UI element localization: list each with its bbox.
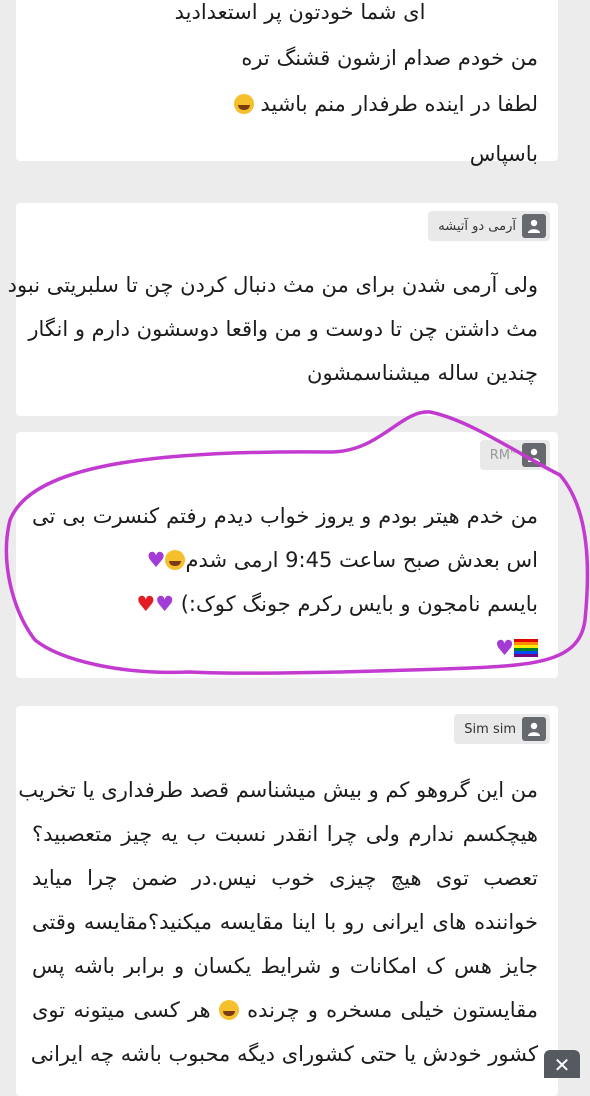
laughing-emoji-icon (233, 94, 254, 114)
comment-line-text: لطفا در اینده طرفدار منم باشید (260, 92, 538, 116)
comment-line: من خودم صدام ازشون قشنگ تره (241, 46, 538, 70)
close-icon: ✕ (553, 1053, 571, 1077)
comment-line: من این گروهو کم و بیش میشناسم قصد طرفدار… (18, 778, 538, 802)
comment-card-4: Sim sim من این گروهو کم و بیش میشناسم قص… (16, 706, 558, 1096)
author-name: Sim sim (464, 721, 516, 737)
author-name: آرمی دو آتیشه (438, 218, 516, 234)
rainbow-flag-icon (514, 639, 538, 657)
comment-line: تعصب توی هیچ چیزی خوب نیس.در ضمن چرا میا… (32, 866, 538, 890)
comment-line-text: اس بعدش صبح ساعت 9:45 ارمی شدم (185, 548, 538, 572)
comment-line: لطفا در اینده طرفدار منم باشید (32, 82, 538, 126)
comment-line: ولی آرمی شدن برای من مث دنبال کردن چن تا… (7, 273, 538, 297)
purple-heart-icon: ♥ (155, 592, 175, 616)
purple-heart-icon: ♥ (146, 548, 166, 572)
comment-text-2: ولی آرمی شدن برای من مث دنبال کردن چن تا… (7, 263, 538, 395)
comment-card-3: RM" من خدم هیتر بودم و یروز خواب دیدم رف… (16, 432, 558, 678)
rolling-laughing-emoji-icon (218, 1000, 239, 1020)
laughing-emoji-icon (165, 550, 186, 570)
purple-heart-icon: ♥ (495, 636, 514, 660)
comment-line: من خدم هیتر بودم و یروز خواب دیدم رفتم ک… (32, 504, 538, 528)
author-name: RM" (489, 447, 516, 463)
comment-text-4: من این گروهو کم و بیش میشناسم قصد طرفدار… (18, 768, 538, 1076)
comment-line: هیچکسم ندارم ولی چرا انقدر نسبت ب یه چیز… (32, 822, 538, 846)
comment-card-2: آرمی دو آتیشه ولی آرمی شدن برای من مث دن… (7, 203, 558, 416)
close-button[interactable]: ✕ (544, 1050, 580, 1078)
author-chip[interactable]: آرمی دو آتیشه (428, 211, 550, 241)
author-chip[interactable]: Sim sim (454, 714, 550, 744)
comment-line: بایسم نامجون و بایس رکرم جونگ کوک:) ♥♥ (32, 582, 538, 626)
comment-line: جایز هس ک امکانات و شرایط یکسان و برابر … (32, 954, 538, 978)
user-avatar-icon (522, 717, 546, 741)
author-chip[interactable]: RM" (479, 440, 550, 470)
comment-line-text: هر کسی میتونه توی (32, 998, 211, 1022)
comment-text-3: من خدم هیتر بودم و یروز خواب دیدم رفتم ک… (32, 494, 538, 670)
comment-line: اس بعدش صبح ساعت 9:45 ارمی شدم ♥ (32, 538, 538, 582)
comment-line: ای شما خودتون پر استعدادید (174, 0, 426, 24)
comment-text-1: ای شما خودتون پر استعدادید من خودم صدام … (32, 0, 538, 176)
comment-line: ♥ (32, 626, 538, 670)
comment-line: مقایستون خیلی مسخره و چرنده هر کسی میتون… (32, 988, 538, 1032)
comment-line-text: مقایستون خیلی مسخره و چرنده (247, 998, 538, 1022)
user-avatar-icon (522, 443, 546, 467)
comment-line: مث داشتن چن تا دوست و من واقعا دوسشون دا… (28, 317, 538, 341)
comment-line: چندین ساله میشناسمشون (307, 361, 538, 385)
comment-line-text: بایسم نامجون و بایس رکرم جونگ کوک:) (180, 592, 538, 616)
red-heart-icon: ♥ (136, 592, 156, 616)
comment-line: خواننده های ایرانی رو با اینا مقایسه میک… (32, 910, 538, 934)
comment-line: باسپاس (469, 142, 538, 166)
user-avatar-icon (522, 214, 546, 238)
comment-line: کشور خودش یا حتی کشورای دیگه محبوب باشه … (30, 1042, 538, 1066)
comment-card-1: ای شما خودتون پر استعدادید من خودم صدام … (16, 0, 558, 166)
